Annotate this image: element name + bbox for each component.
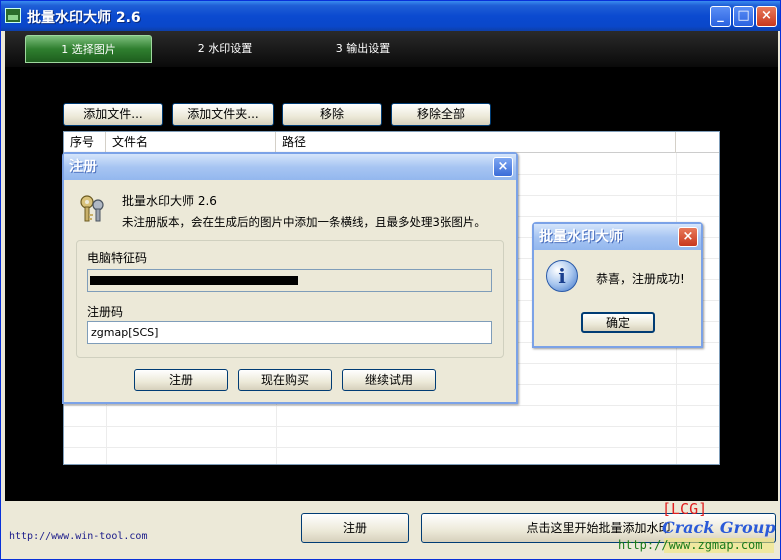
window-title: 批量水印大师 2.6 — [27, 10, 141, 26]
register-dialog-title[interactable]: 注册 × — [64, 154, 516, 180]
grid-line — [64, 405, 719, 406]
watermark-lcg: [LCG] — [662, 500, 708, 518]
buy-now-button[interactable]: 现在购买 — [238, 369, 332, 391]
app-icon — [5, 8, 21, 23]
reg-code-label: 注册码 — [87, 305, 124, 319]
title-bar[interactable]: 批量水印大师 2.6 _ □ × — [1, 1, 780, 31]
remove-all-button[interactable]: 移除全部 — [391, 103, 491, 126]
add-folder-button[interactable]: 添加文件夹... — [172, 103, 274, 126]
success-message: 恭喜，注册成功! — [596, 272, 685, 286]
tab-strip: 1 选择图片 2 水印设置 3 输出设置 — [5, 31, 778, 67]
website-url: http://www.win-tool.com — [9, 531, 148, 542]
tab-select-images[interactable]: 1 选择图片 — [25, 35, 152, 63]
column-index[interactable]: 序号 — [64, 132, 106, 153]
minimize-button[interactable]: _ — [710, 6, 731, 27]
register-button-main[interactable]: 注册 — [301, 513, 409, 543]
column-path[interactable]: 路径 — [276, 132, 676, 153]
app-name: 批量水印大师 2.6 — [122, 194, 217, 208]
register-button[interactable]: 注册 — [134, 369, 228, 391]
tab-watermark-settings[interactable]: 2 水印设置 — [185, 35, 265, 63]
continue-trial-button[interactable]: 继续试用 — [342, 369, 436, 391]
grid-line — [64, 447, 719, 448]
grid-line — [64, 426, 719, 427]
register-dialog-close-button[interactable]: × — [493, 157, 513, 177]
close-button[interactable]: × — [756, 6, 777, 27]
watermark-url: http://www.zgmap.com — [618, 538, 763, 552]
ok-button[interactable]: 确定 — [581, 312, 655, 333]
message-box-title-text: 批量水印大师 — [539, 229, 623, 245]
list-header: 序号 文件名 路径 — [64, 132, 719, 153]
unregistered-notice: 未注册版本，会在生成后的图片中添加一条横线，且最多处理3张图片。 — [122, 215, 486, 229]
success-message-box: 批量水印大师 × i 恭喜，注册成功! 确定 — [532, 222, 703, 348]
message-box-close-button[interactable]: × — [678, 227, 698, 247]
maximize-button[interactable]: □ — [733, 6, 754, 27]
message-box-title[interactable]: 批量水印大师 × — [534, 224, 701, 250]
register-dialog-title-text: 注册 — [69, 159, 97, 175]
remove-button[interactable]: 移除 — [282, 103, 382, 126]
register-dialog: 注册 × 批量水印大师 2.6 未注册版本，会在生成后的图片中添加一条横线，且最… — [62, 152, 518, 404]
add-file-button[interactable]: 添加文件... — [63, 103, 163, 126]
machine-code-label: 电脑特征码 — [87, 251, 148, 265]
reg-code-input[interactable]: zgmap[SCS] — [87, 321, 492, 344]
info-icon: i — [546, 260, 578, 292]
column-filename[interactable]: 文件名 — [106, 132, 276, 153]
keys-icon — [80, 195, 104, 222]
watermark-crack-group: Crack Group — [662, 518, 776, 537]
redacted-machine-code — [90, 276, 298, 285]
registration-groupbox: 电脑特征码 注册码 zgmap[SCS] — [76, 240, 504, 358]
machine-code-field[interactable] — [87, 269, 492, 292]
tab-output-settings[interactable]: 3 输出设置 — [323, 35, 403, 63]
